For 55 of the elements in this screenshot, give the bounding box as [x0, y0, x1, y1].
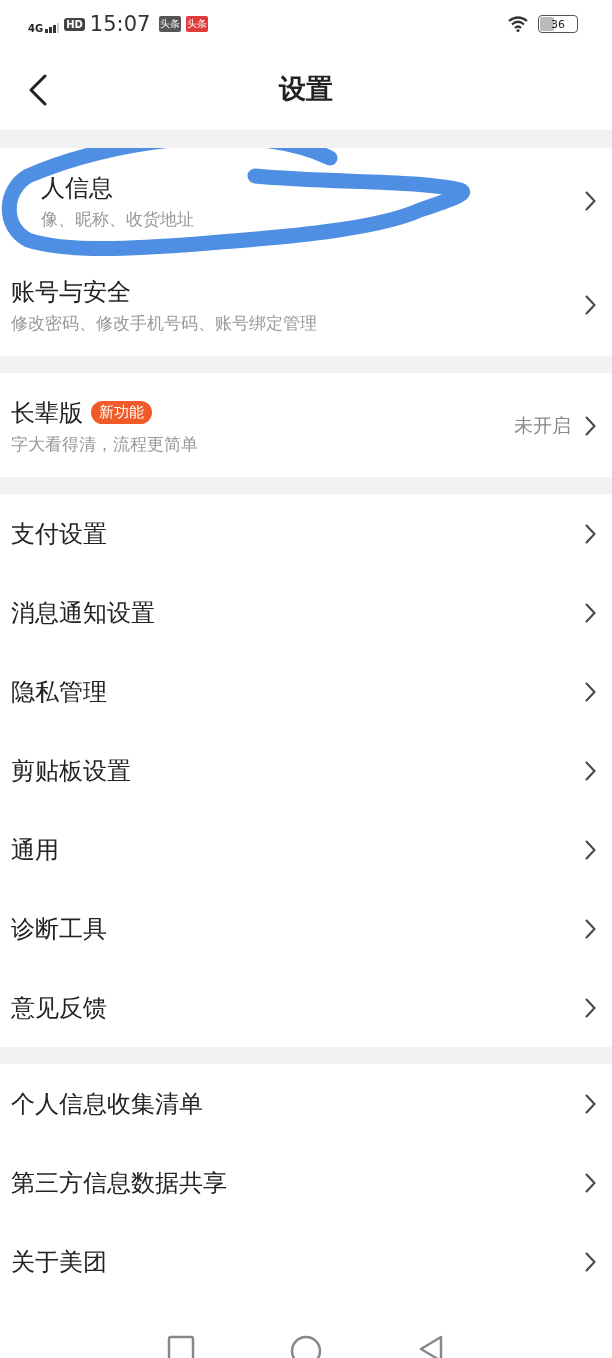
settings-row[interactable]: 意见反馈: [0, 968, 612, 1047]
recent-apps-icon[interactable]: [167, 1335, 196, 1358]
wifi-icon: [508, 16, 528, 32]
hd-badge: HD: [64, 17, 85, 31]
battery-icon: 36: [538, 15, 578, 33]
row-title: 诊断工具: [11, 913, 107, 945]
row-title: 隐私管理: [11, 676, 107, 708]
chevron-right-icon: [585, 1251, 596, 1272]
page-title: 设置: [279, 72, 333, 106]
settings-row[interactable]: 消息通知设置: [0, 573, 612, 652]
row-title: 剪贴板设置: [11, 755, 131, 787]
settings-row[interactable]: 隐私管理: [0, 652, 612, 731]
row-title: 长辈版: [11, 397, 83, 429]
row-value: 未开启: [514, 413, 571, 438]
status-time: 15:07: [89, 12, 151, 36]
settings-row[interactable]: 关于美团: [0, 1222, 612, 1301]
row-title: 关于美团: [11, 1246, 107, 1278]
row-title: 消息通知设置: [11, 597, 155, 629]
chevron-right-icon: [585, 523, 596, 544]
settings-row[interactable]: 个人信息收集清单: [0, 1064, 612, 1143]
settings-row[interactable]: 通用: [0, 810, 612, 889]
chevron-right-icon: [585, 1093, 596, 1114]
settings-row[interactable]: 支付设置: [0, 494, 612, 573]
chevron-right-icon: [585, 997, 596, 1018]
row-subtitle: 像、昵称、收货地址: [41, 207, 195, 231]
notification-icon: 头条: [159, 16, 182, 32]
row-title: 通用: [11, 834, 59, 866]
chevron-right-icon: [585, 602, 596, 623]
row-title: 人信息: [41, 172, 113, 204]
settings-row[interactable]: 诊断工具: [0, 889, 612, 968]
signal-icon: [45, 23, 60, 33]
row-title: 支付设置: [11, 518, 107, 550]
chevron-right-icon: [585, 760, 596, 781]
row-title: 账号与安全: [11, 276, 131, 308]
chevron-right-icon: [585, 416, 596, 436]
settings-row[interactable]: 人信息 像、昵称、收货地址: [0, 148, 612, 252]
chevron-right-icon: [585, 839, 596, 860]
row-title: 第三方信息数据共享: [11, 1167, 227, 1199]
settings-row[interactable]: 长辈版 新功能 字大看得清，流程更简单 未开启: [0, 373, 612, 477]
settings-row[interactable]: 第三方信息数据共享: [0, 1143, 612, 1222]
home-icon[interactable]: [290, 1335, 322, 1358]
settings-row[interactable]: 账号与安全 修改密码、修改手机号码、账号绑定管理: [0, 252, 612, 356]
new-feature-badge: 新功能: [91, 401, 152, 424]
row-title: 个人信息收集清单: [11, 1088, 203, 1120]
network-label: 4G: [28, 23, 44, 34]
row-subtitle: 字大看得清，流程更简单: [11, 432, 199, 456]
chevron-right-icon: [585, 918, 596, 939]
settings-row[interactable]: 剪贴板设置: [0, 731, 612, 810]
chevron-right-icon: [585, 295, 596, 315]
notification-icon: 头条: [186, 16, 209, 32]
row-title: 意见反馈: [11, 992, 107, 1024]
chevron-right-icon: [585, 191, 596, 211]
row-subtitle: 修改密码、修改手机号码、账号绑定管理: [11, 311, 318, 335]
chevron-right-icon: [585, 1172, 596, 1193]
chevron-right-icon: [585, 681, 596, 702]
